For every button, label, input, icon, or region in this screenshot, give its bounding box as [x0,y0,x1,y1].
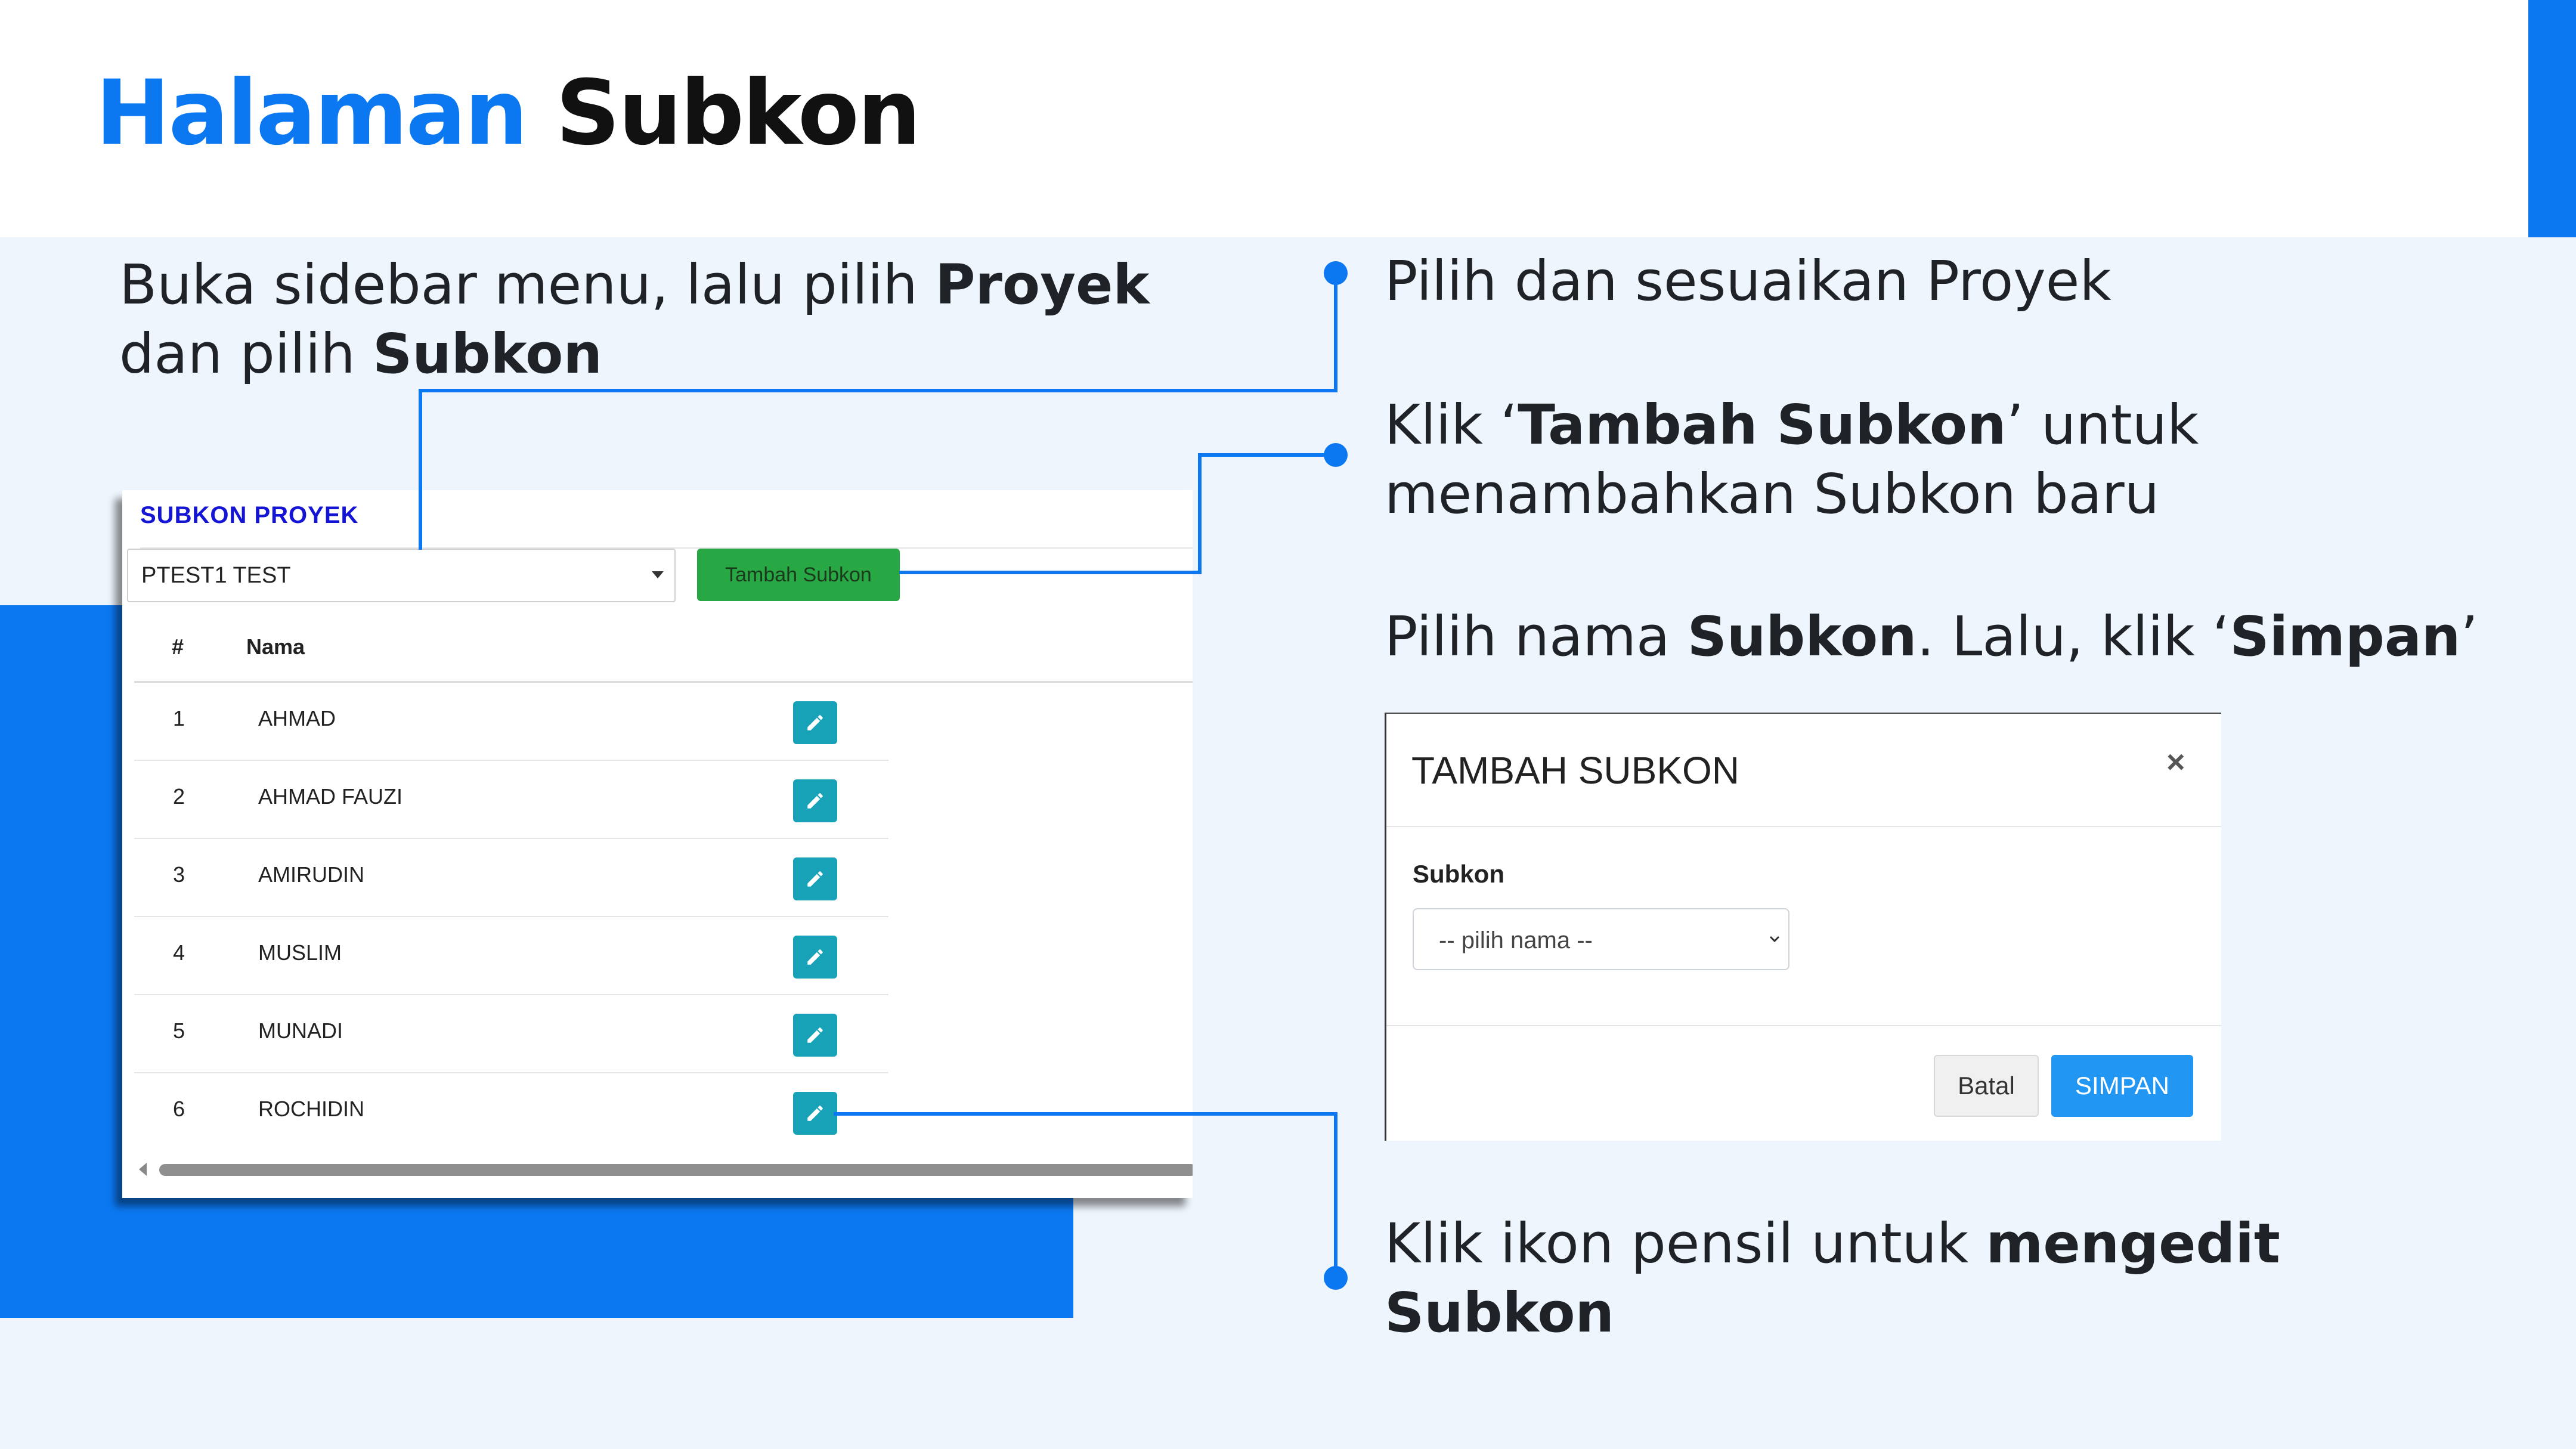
table-row: 1 AHMAD [134,682,888,761]
project-select-value: PTEST1 TEST [141,563,291,588]
chevron-down-icon [1769,936,1780,943]
subkon-name-select[interactable]: -- pilih nama -- [1413,908,1789,970]
pencil-icon [807,793,823,809]
row-name: MUNADI [258,1018,343,1043]
title-rest: Subkon [555,61,921,165]
table-row: 4 MUSLIM [134,917,888,995]
pencil-icon [807,949,823,965]
row-number: 2 [173,784,185,809]
column-header-number: # [172,634,184,659]
step-edit-line1: Klik ikon pensil untuk mengedit [1385,1212,2280,1275]
step-choose-project: Pilih dan sesuaikan Proyek [1385,249,2111,313]
column-header-name: Nama [246,634,305,659]
step-edit-line2: Subkon [1385,1281,1615,1345]
row-number: 1 [173,706,185,730]
row-number: 3 [173,862,185,887]
pencil-icon [807,1106,823,1121]
row-name: AHMAD FAUZI [258,784,403,809]
table-row: 6 ROCHIDIN [134,1073,888,1150]
screen-title: SUBKON PROYEK [140,502,359,528]
project-select[interactable]: PTEST1 TEST [127,549,676,602]
row-number: 6 [173,1097,185,1121]
row-name: AHMAD [258,706,336,730]
add-subkon-modal: TAMBAH SUBKON × Subkon -- pilih nama -- … [1385,713,2221,1141]
instruction-left-line2: dan pilih Subkon [119,322,602,386]
step-add-subkon-line2: menambahkan Subkon baru [1385,462,2160,526]
edit-button[interactable] [793,1092,837,1135]
edit-button[interactable] [793,779,837,822]
accent-bar [2528,0,2576,237]
pencil-icon [807,1027,823,1043]
edit-button[interactable] [793,857,837,900]
subkon-table-screenshot: SUBKON PROYEK PTEST1 TEST Tambah Subkon … [122,490,1193,1198]
cancel-button[interactable]: Batal [1934,1055,2039,1117]
row-number: 4 [173,940,185,965]
modal-footer-divider [1386,1025,2221,1026]
instruction-left-line1: Buka sidebar menu, lalu pilih Proyek [119,253,1150,317]
pencil-icon [807,715,823,730]
modal-title: TAMBAH SUBKON [1411,749,1739,792]
subkon-select-placeholder: -- pilih nama -- [1439,927,1593,953]
table-row: 3 AMIRUDIN [134,838,888,917]
row-name: ROCHIDIN [258,1097,364,1121]
table-row: 5 MUNADI [134,995,888,1073]
page-title: Halaman Subkon [95,61,921,165]
caret-down-icon [652,571,664,578]
pencil-icon [807,871,823,887]
row-name: MUSLIM [258,940,342,965]
title-highlight: Halaman [95,61,528,165]
add-subkon-button[interactable]: Tambah Subkon [697,549,900,601]
save-button[interactable]: SIMPAN [2051,1055,2193,1117]
modal-header-divider [1386,826,2221,827]
step-choose-name: Pilih nama Subkon. Lalu, klik ‘Simpan’ [1385,605,2478,668]
step-add-subkon-line1: Klik ‘Tambah Subkon’ untuk [1385,393,2199,457]
table-row: 2 AHMAD FAUZI [134,760,888,839]
edit-button[interactable] [793,936,837,979]
horizontal-scrollbar[interactable] [159,1164,1193,1176]
edit-button[interactable] [793,1014,837,1057]
close-icon[interactable]: × [2166,744,2185,781]
edit-button[interactable] [793,701,837,744]
scroll-left-arrow-icon[interactable] [139,1163,147,1176]
row-name: AMIRUDIN [258,862,364,887]
subkon-field-label: Subkon [1413,860,1504,888]
row-number: 5 [173,1018,185,1043]
